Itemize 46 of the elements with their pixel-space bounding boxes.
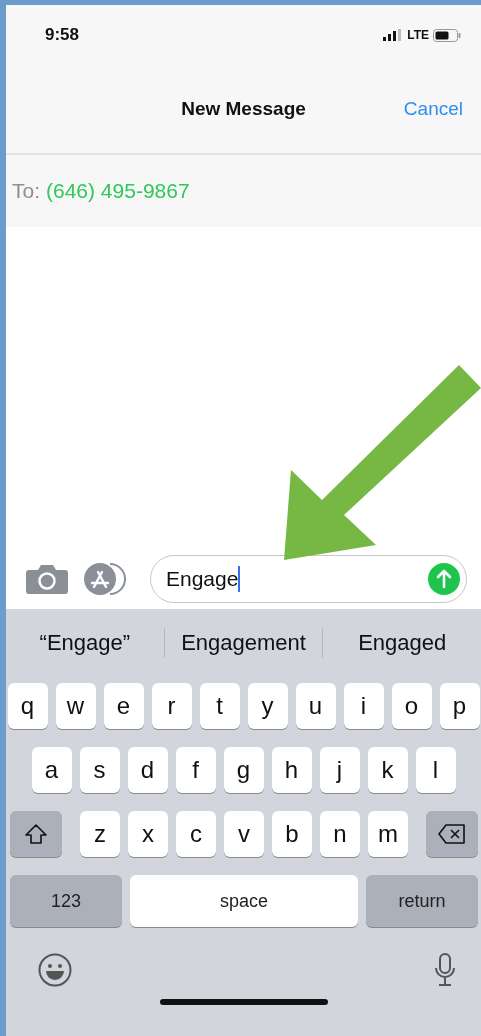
word-suggestion[interactable]: Engaged: [323, 630, 481, 656]
letter-key[interactable]: t: [199, 683, 240, 729]
letter-key[interactable]: r: [151, 683, 192, 729]
letter-key[interactable]: e: [103, 683, 144, 729]
letter-key[interactable]: s: [79, 747, 120, 793]
recipient-label: To:: [12, 179, 40, 203]
letter-key[interactable]: o: [391, 683, 432, 729]
letter-key[interactable]: b: [272, 811, 312, 857]
keyboard-key[interactable]: 123: [10, 875, 122, 927]
shift-icon: [25, 824, 47, 844]
letter-key[interactable]: w: [55, 683, 96, 729]
letter-key[interactable]: u: [295, 683, 336, 729]
letter-key[interactable]: j: [319, 747, 360, 793]
signal-icon: [383, 29, 404, 41]
network-type: LTE: [407, 28, 429, 42]
letter-key[interactable]: n: [320, 811, 360, 857]
letter-key[interactable]: g: [223, 747, 264, 793]
microphone-icon[interactable]: [435, 953, 455, 987]
clock-time: 9:58: [45, 25, 80, 45]
letter-key[interactable]: i: [343, 683, 384, 729]
letter-key[interactable]: l: [415, 747, 456, 793]
keyboard-key[interactable]: space: [130, 875, 358, 927]
letter-key[interactable]: m: [368, 811, 408, 857]
delete-icon: [438, 824, 466, 844]
word-suggestion[interactable]: “Engage”: [6, 630, 164, 656]
letter-key[interactable]: k: [367, 747, 408, 793]
letter-key[interactable]: y: [247, 683, 288, 729]
camera-icon[interactable]: [26, 564, 68, 594]
letter-key[interactable]: c: [176, 811, 216, 857]
letter-key[interactable]: d: [127, 747, 168, 793]
battery-icon: [433, 28, 461, 42]
letter-key[interactable]: f: [175, 747, 216, 793]
letter-key[interactable]: a: [31, 747, 72, 793]
letter-key[interactable]: h: [271, 747, 312, 793]
letter-key[interactable]: p: [439, 683, 480, 729]
letter-key[interactable]: x: [128, 811, 168, 857]
keyboard-key[interactable]: return: [366, 875, 478, 927]
letter-key[interactable]: q: [7, 683, 48, 729]
app-store-icon[interactable]: [82, 562, 128, 596]
letter-key[interactable]: v: [224, 811, 264, 857]
letter-key[interactable]: z: [80, 811, 120, 857]
emoji-icon[interactable]: [38, 953, 72, 987]
word-suggestion[interactable]: Engagement: [164, 630, 323, 656]
shift-key[interactable]: [10, 811, 62, 857]
delete-key[interactable]: [426, 811, 478, 857]
screen-title: New Message: [181, 98, 306, 120]
